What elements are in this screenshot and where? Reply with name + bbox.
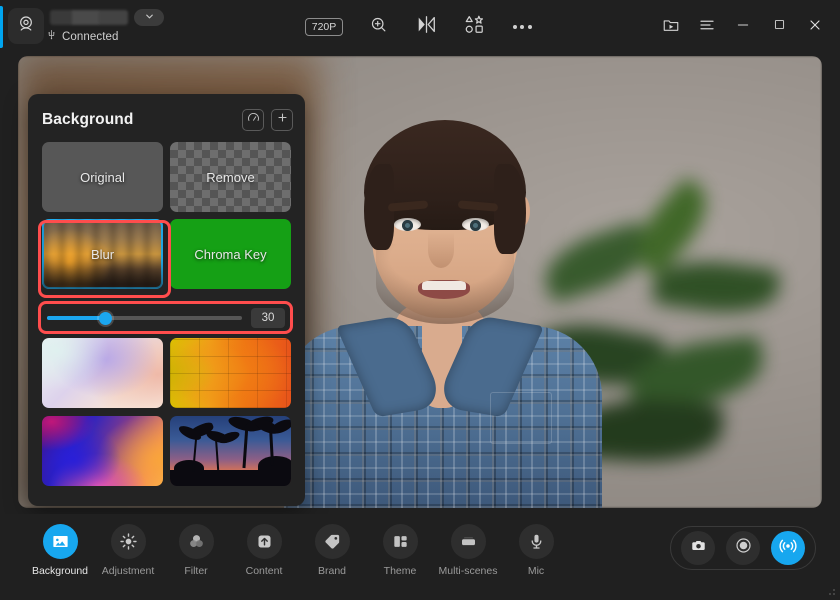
mode-tile-remove[interactable]: Remove bbox=[170, 142, 291, 212]
background-mode-grid: Original Remove Blur Chroma Key bbox=[42, 142, 291, 289]
nav-item-content[interactable]: Content bbox=[230, 524, 298, 577]
nav-label-brand: Brand bbox=[318, 565, 346, 577]
nav-label-background: Background bbox=[32, 565, 88, 577]
mirror-flip-icon bbox=[416, 15, 437, 39]
app-window: Connected 720P bbox=[0, 0, 840, 600]
device-dropdown-button[interactable] bbox=[134, 9, 164, 26]
mode-label-chroma-key: Chroma Key bbox=[194, 247, 266, 262]
mode-label-remove: Remove bbox=[206, 170, 254, 185]
teeth bbox=[422, 281, 466, 290]
palm-sunset-thumb[interactable] bbox=[170, 416, 291, 486]
folder-play-icon bbox=[662, 16, 680, 39]
minimize-button[interactable] bbox=[726, 10, 760, 44]
accent-strip bbox=[0, 6, 3, 48]
slider-track[interactable] bbox=[47, 316, 242, 320]
close-button[interactable] bbox=[798, 10, 832, 44]
more-dots-icon bbox=[513, 25, 532, 29]
maximize-button[interactable] bbox=[762, 10, 796, 44]
mouth bbox=[418, 280, 470, 299]
menu-button[interactable] bbox=[690, 10, 724, 44]
live-stream-button[interactable] bbox=[771, 531, 805, 565]
mode-label-blur: Blur bbox=[91, 247, 114, 262]
gauge-icon bbox=[247, 111, 260, 129]
panel-header: Background bbox=[42, 106, 293, 134]
nav-item-adjustment[interactable]: Adjustment bbox=[94, 524, 162, 577]
more-tool-button[interactable] bbox=[509, 14, 535, 40]
color-circles-icon bbox=[179, 524, 214, 559]
record-button[interactable] bbox=[726, 531, 760, 565]
panel-title: Background bbox=[42, 111, 133, 129]
connection-status: Connected bbox=[46, 28, 119, 46]
usb-icon bbox=[46, 28, 57, 46]
nav-label-mic: Mic bbox=[528, 565, 544, 577]
background-image-grid bbox=[42, 338, 291, 486]
maximize-icon bbox=[772, 17, 787, 37]
slider-handle[interactable] bbox=[99, 312, 112, 325]
device-name-blurred bbox=[50, 10, 128, 25]
mirror-tool-button[interactable] bbox=[413, 14, 439, 40]
close-icon bbox=[807, 17, 823, 38]
vivid-gradient-thumb[interactable] bbox=[42, 416, 163, 486]
blur-intensity-slider[interactable]: 30 bbox=[47, 308, 285, 328]
resize-grip[interactable] bbox=[825, 585, 835, 595]
person-subject bbox=[276, 68, 606, 508]
nav-item-filter[interactable]: Filter bbox=[162, 524, 230, 577]
hamburger-menu-icon bbox=[698, 16, 716, 39]
chevron-down-icon bbox=[144, 9, 155, 27]
mode-label-original: Original bbox=[80, 170, 125, 185]
slider-value: 30 bbox=[251, 308, 285, 328]
shirt-pocket bbox=[490, 392, 552, 444]
shapes-icon bbox=[464, 14, 485, 40]
resolution-badge[interactable]: 720P bbox=[305, 18, 344, 36]
nav-label-content: Content bbox=[246, 565, 283, 577]
nav-item-multi-scenes[interactable]: Multi-scenes bbox=[434, 524, 502, 577]
bottom-bar: Background Adjustment bbox=[0, 514, 840, 600]
snapshot-button[interactable] bbox=[681, 531, 715, 565]
nav-label-filter: Filter bbox=[184, 565, 207, 577]
scenes-icon bbox=[451, 524, 486, 559]
nav-label-theme: Theme bbox=[384, 565, 417, 577]
title-bar: Connected 720P bbox=[0, 0, 840, 54]
broadcast-icon bbox=[778, 536, 798, 561]
record-circle-icon bbox=[734, 536, 753, 560]
nav-label-multi-scenes: Multi-scenes bbox=[439, 565, 498, 577]
shapes-tool-button[interactable] bbox=[461, 14, 487, 40]
mode-tile-blur[interactable]: Blur bbox=[42, 219, 163, 289]
add-background-button[interactable] bbox=[271, 109, 293, 131]
image-icon bbox=[43, 524, 78, 559]
zoom-tool-button[interactable] bbox=[365, 14, 391, 40]
sun-icon bbox=[111, 524, 146, 559]
camera-icon bbox=[690, 537, 707, 559]
microphone-icon bbox=[519, 524, 554, 559]
magnifier-plus-icon bbox=[369, 15, 388, 39]
connection-status-label: Connected bbox=[62, 31, 119, 43]
action-buttons bbox=[670, 526, 816, 570]
nav-item-theme[interactable]: Theme bbox=[366, 524, 434, 577]
nav-item-mic[interactable]: Mic bbox=[502, 524, 570, 577]
nav-item-background[interactable]: Background bbox=[26, 524, 94, 577]
orange-brick-wall-thumb[interactable] bbox=[170, 338, 291, 408]
iris-right bbox=[470, 220, 481, 231]
iris-left bbox=[402, 220, 413, 231]
plus-icon bbox=[276, 111, 289, 129]
panel-actions bbox=[242, 109, 293, 131]
pastel-gradient-thumb[interactable] bbox=[42, 338, 163, 408]
upload-arrow-icon bbox=[247, 524, 282, 559]
layout-icon bbox=[383, 524, 418, 559]
gauge-button[interactable] bbox=[242, 109, 264, 131]
nav-item-brand[interactable]: Brand bbox=[298, 524, 366, 577]
mode-tile-original[interactable]: Original bbox=[42, 142, 163, 212]
tag-icon bbox=[315, 524, 350, 559]
nose bbox=[428, 232, 454, 268]
mode-tile-chroma-key[interactable]: Chroma Key bbox=[170, 219, 291, 289]
nav-label-adjustment: Adjustment bbox=[102, 565, 155, 577]
webcam-icon bbox=[16, 14, 36, 39]
minimize-icon bbox=[735, 17, 751, 38]
open-folder-button[interactable] bbox=[654, 10, 688, 44]
window-controls bbox=[654, 0, 832, 54]
webcam-device-button[interactable] bbox=[8, 8, 44, 44]
slider-fill bbox=[47, 316, 106, 320]
background-panel: Background bbox=[28, 94, 305, 506]
bottom-nav: Background Adjustment bbox=[26, 524, 570, 577]
